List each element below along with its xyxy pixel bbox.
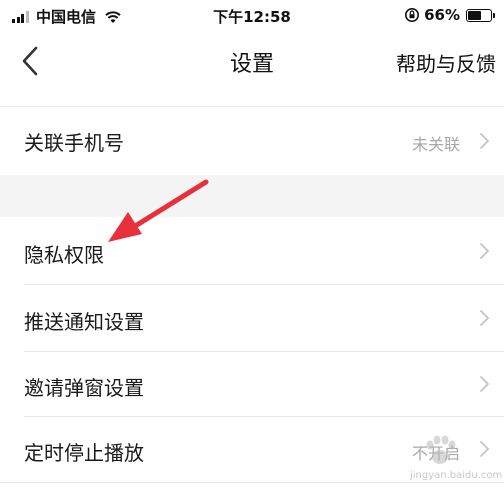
battery-percent: 66% (424, 6, 460, 24)
chevron-right-icon (480, 376, 490, 392)
row-label: 邀请弹窗设置 (24, 376, 144, 400)
row-label: 定时停止播放 (24, 441, 144, 465)
settings-row-linked-phone[interactable]: 关联手机号 未关联 (0, 107, 504, 175)
battery-fill (468, 10, 481, 20)
battery-icon (466, 8, 495, 22)
settings-row-invite-popup[interactable]: 邀请弹窗设置 (0, 352, 504, 416)
row-value: 未关联 (411, 135, 460, 154)
help-feedback-link[interactable]: 帮助与反馈 (396, 48, 496, 77)
rotation-lock-icon (405, 8, 420, 22)
row-label: 推送通知设置 (24, 310, 144, 334)
chevron-right-icon (480, 310, 490, 326)
watermark: jingyan.baidu.com (410, 433, 502, 481)
navigation-bar: 设置 帮助与反馈 (0, 30, 504, 92)
settings-row-privacy-permission[interactable]: 隐私权限 (0, 217, 504, 283)
row-label: 关联手机号 (24, 131, 124, 155)
bottom-divider (0, 482, 504, 483)
chevron-right-icon (480, 243, 490, 259)
row-label: 隐私权限 (24, 243, 104, 267)
settings-row-push-notification[interactable]: 推送通知设置 (0, 285, 504, 351)
chevron-right-icon (480, 133, 490, 149)
paw-watermark-icon (426, 435, 456, 464)
status-bar: 中国电信 下午12:58 66% (0, 0, 504, 30)
section-gap (0, 175, 504, 217)
status-right: 66% (404, 6, 495, 24)
watermark-text: jingyan.baidu.com (410, 470, 503, 481)
